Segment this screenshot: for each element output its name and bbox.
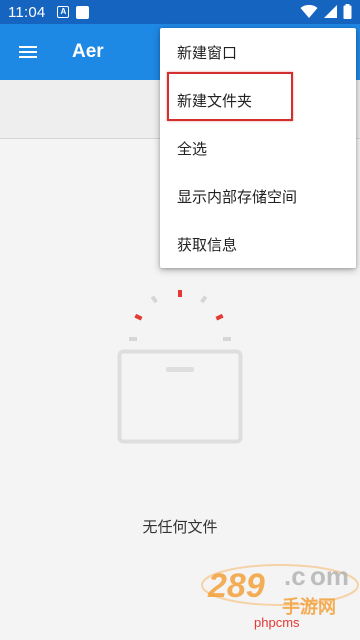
menu-item-select-all[interactable]: 全选 xyxy=(160,124,356,172)
signal-icon xyxy=(324,5,337,18)
empty-box-icon xyxy=(117,290,243,444)
hamburger-menu-icon xyxy=(19,43,37,61)
status-bar: 11:04 A xyxy=(0,0,360,24)
menu-item-get-info[interactable]: 获取信息 xyxy=(160,220,356,268)
square-notification-icon xyxy=(76,5,90,19)
wifi-icon xyxy=(300,4,318,18)
menu-item-show-internal-storage[interactable]: 显示内部存储空间 xyxy=(160,172,356,220)
svg-text:om: om xyxy=(310,561,349,591)
battery-icon xyxy=(343,4,352,19)
overflow-menu: 新建窗口 新建文件夹 全选 显示内部存储空间 获取信息 xyxy=(160,28,356,268)
menu-item-new-window[interactable]: 新建窗口 xyxy=(160,28,356,76)
hamburger-menu-button[interactable] xyxy=(0,24,56,80)
a-notification-icon: A xyxy=(57,6,70,18)
empty-state-text: 无任何文件 xyxy=(142,518,218,536)
status-time: 11:04 xyxy=(8,3,46,21)
highlight-annotation-box xyxy=(167,72,293,121)
svg-text:.c: .c xyxy=(284,561,306,591)
status-icons xyxy=(300,4,352,19)
app-title: Aer xyxy=(72,41,104,62)
watermark-site-text: phpcms xyxy=(254,615,300,630)
svg-text:289: 289 xyxy=(207,567,265,605)
